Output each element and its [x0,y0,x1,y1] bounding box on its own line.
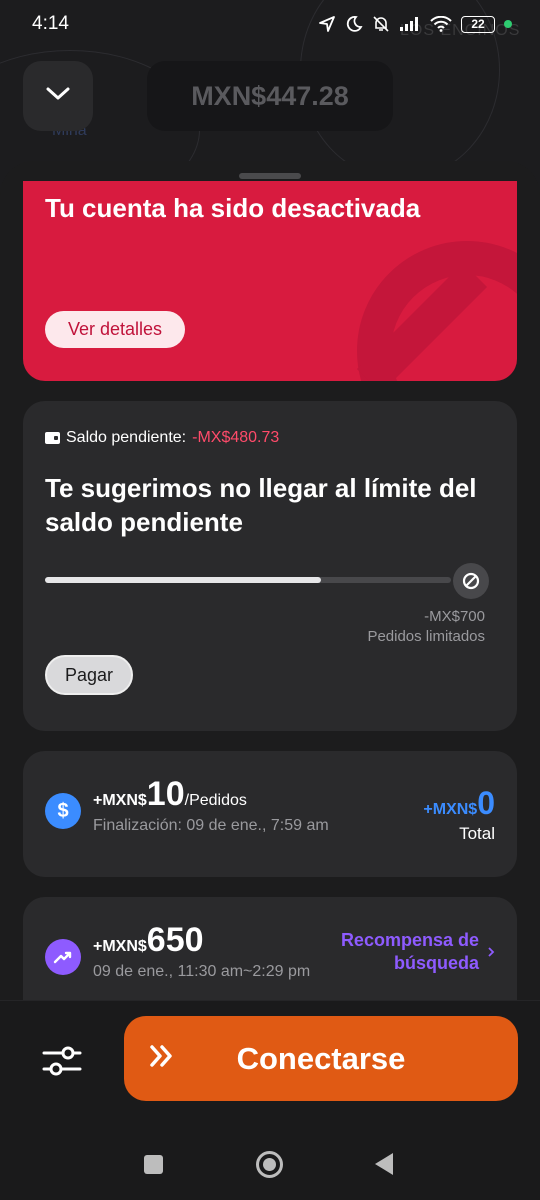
trending-up-icon [45,939,81,975]
reward-subtitle: Finalización: 09 de ene., 7:59 am [93,817,329,834]
limit-note: Pedidos limitados [367,628,485,645]
chevron-right-icon [487,941,495,964]
pending-progress-bar [45,577,451,583]
per-order-reward-card[interactable]: $ +MXN$ 10 /Pedidos Finalización: 09 de … [23,751,517,877]
battery-icon: 22 [461,15,495,33]
search-reward-label: Recompensa de búsqueda [340,930,479,973]
block-icon [453,563,489,599]
sliders-icon [40,1046,84,1087]
limit-value: -MX$700 [424,608,485,625]
wifi-icon [430,16,452,32]
search-reward-link[interactable]: Recompensa de búsqueda [339,929,495,975]
pay-button[interactable]: Pagar [45,655,133,695]
view-details-button[interactable]: Ver detalles [45,311,185,348]
bottom-sheet: Tu cuenta ha sido desactivada Ver detall… [0,161,540,1001]
alert-title: Tu cuenta ha sido desactivada [45,193,421,223]
moon-icon [345,15,363,33]
action-bar: Conectarse [0,1000,540,1124]
reward-total: +MXN$ 0 Total [423,785,495,844]
reward-prefix: +MXN$ [93,792,147,809]
reward-value: 10 [146,775,185,813]
status-bar: 4:14 22 [0,0,540,48]
status-icons: 22 [318,15,512,33]
preferences-button[interactable] [40,1039,84,1083]
pending-progress-fill [45,577,322,583]
pending-balance-amount: -MX$480.73 [192,429,280,446]
wallet-icon [45,432,60,444]
dollar-icon: $ [45,793,81,829]
system-nav-bar [0,1124,540,1200]
limit-info: -MX$700 Pedidos limitados [367,607,485,647]
recent-apps-button[interactable] [144,1155,163,1174]
reward-prefix: +MXN$ [93,938,147,955]
balance-display[interactable]: MXN$447.28 [147,61,393,131]
reward-amount: +MXN$ 10 /Pedidos [93,775,247,814]
reward-suffix: /Pedidos [184,792,247,809]
bell-off-icon [372,15,390,33]
pending-balance-card: Saldo pendiente: -MX$480.73 Te sugerimos … [23,401,517,731]
reward-subtitle: 09 de ene., 11:30 am~2:29 pm [93,963,311,980]
account-deactivated-banner: Tu cuenta ha sido desactivada Ver detall… [23,181,517,381]
total-value: 0 [477,785,495,821]
total-prefix: +MXN$ [423,801,478,818]
double-chevron-right-icon [148,1042,176,1077]
home-button[interactable] [256,1151,283,1178]
back-button[interactable] [375,1153,393,1175]
pending-balance-label: Saldo pendiente: [66,429,187,446]
reward-value: 650 [146,921,204,959]
signal-icon [399,16,421,32]
reward-amount: +MXN$ 650 [93,921,204,960]
status-time: 4:14 [32,13,69,34]
collapse-button[interactable] [23,61,93,131]
connect-label: Conectarse [236,1040,406,1076]
chevron-down-icon [45,86,71,107]
navigation-icon [318,15,336,33]
privacy-indicator-icon [504,20,512,28]
connect-button[interactable]: Conectarse [124,1016,518,1101]
drag-handle[interactable] [239,173,301,179]
pending-headline: Te sugerimos no llegar al límite del sal… [45,473,477,537]
search-reward-card[interactable]: +MXN$ 650 09 de ene., 11:30 am~2:29 pm R… [23,897,517,1001]
pending-balance-row: Saldo pendiente: -MX$480.73 [45,429,279,447]
total-label: Total [459,824,495,843]
